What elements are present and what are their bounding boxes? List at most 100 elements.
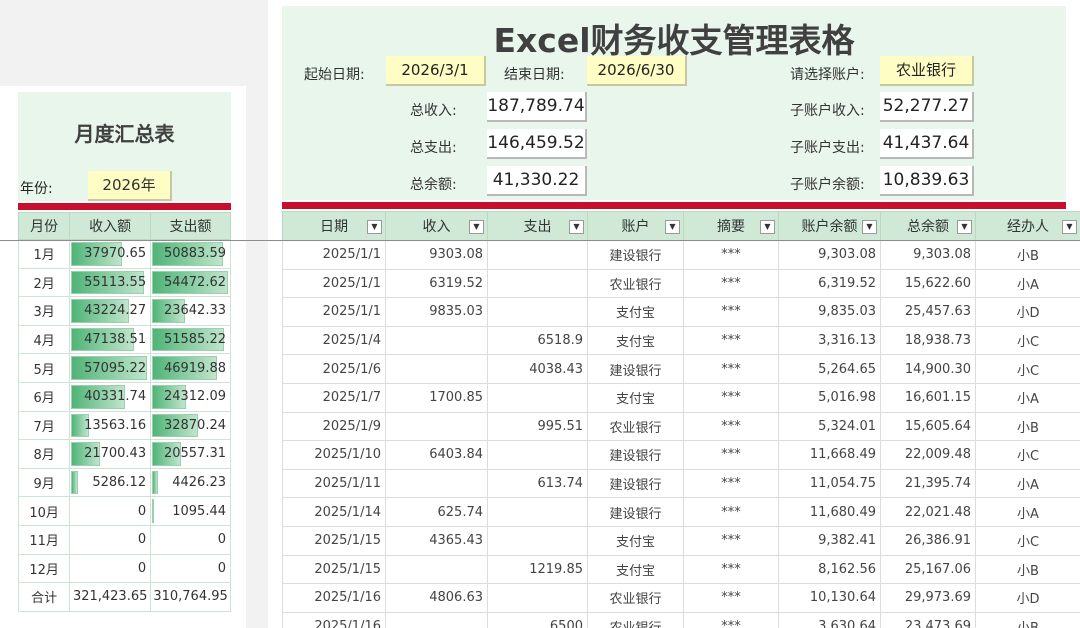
end-date-cell[interactable]: 2026/6/30 — [587, 56, 687, 86]
ledger-cell-handler[interactable]: 小B — [975, 554, 1080, 585]
ledger-cell-summary[interactable]: *** — [683, 440, 779, 470]
ledger-cell-account[interactable]: 建设银行 — [587, 354, 684, 384]
ledger-cell-date[interactable]: 2025/1/6 — [282, 354, 386, 384]
ledger-cell-income[interactable]: 1700.85 — [385, 382, 488, 413]
summary-expense-cell[interactable]: 1095.44 — [150, 496, 231, 526]
ledger-cell-expense[interactable] — [487, 268, 588, 299]
ledger-cell-expense[interactable]: 6500 — [487, 611, 588, 628]
summary-income-cell[interactable]: 47138.51 — [69, 324, 152, 355]
ledger-cell-income[interactable] — [385, 354, 488, 384]
ledger-header-total-balance[interactable]: 总余额 ▼ — [880, 211, 976, 241]
summary-income-cell[interactable]: 0 — [69, 496, 152, 526]
summary-header-expense[interactable]: 支出额 — [150, 212, 231, 240]
summary-month-cell[interactable]: 5月 — [17, 353, 71, 383]
ledger-header-account[interactable]: 账户 ▼ — [587, 211, 684, 241]
dropdown-arrow-icon[interactable]: ▼ — [569, 220, 584, 234]
ledger-cell-account-balance[interactable]: 6,319.52 — [778, 268, 881, 299]
ledger-cell-summary[interactable]: *** — [683, 583, 779, 613]
ledger-cell-total-balance[interactable]: 9,303.08 — [880, 240, 976, 270]
ledger-cell-date[interactable]: 2025/1/7 — [282, 382, 386, 413]
ledger-cell-summary[interactable]: *** — [683, 525, 779, 556]
ledger-cell-date[interactable]: 2025/1/10 — [282, 440, 386, 470]
ledger-cell-date[interactable]: 2025/1/1 — [282, 268, 386, 299]
ledger-cell-summary[interactable]: *** — [683, 411, 779, 442]
ledger-cell-handler[interactable]: 小A — [975, 268, 1080, 299]
ledger-cell-account[interactable]: 农业银行 — [587, 611, 684, 628]
dropdown-arrow-icon[interactable]: ▼ — [1062, 220, 1077, 234]
summary-total-label[interactable]: 合计 — [17, 582, 71, 612]
ledger-header-income[interactable]: 收入 ▼ — [385, 211, 488, 241]
ledger-cell-income[interactable]: 6319.52 — [385, 268, 488, 299]
summary-total-expense[interactable]: 310,764.95 — [150, 582, 231, 612]
ledger-cell-account[interactable]: 支付宝 — [587, 325, 684, 356]
ledger-cell-income[interactable]: 4806.63 — [385, 583, 488, 613]
ledger-cell-account[interactable]: 农业银行 — [587, 268, 684, 299]
summary-expense-cell[interactable]: 23642.33 — [150, 296, 231, 326]
summary-income-cell[interactable]: 21700.43 — [69, 439, 152, 469]
summary-income-cell[interactable]: 57095.22 — [69, 353, 152, 383]
ledger-cell-income[interactable] — [385, 611, 488, 628]
ledger-cell-total-balance[interactable]: 18,938.73 — [880, 325, 976, 356]
ledger-cell-expense[interactable] — [487, 440, 588, 470]
ledger-cell-date[interactable]: 2025/1/11 — [282, 468, 386, 499]
ledger-cell-summary[interactable]: *** — [683, 611, 779, 628]
ledger-cell-summary[interactable]: *** — [683, 325, 779, 356]
summary-header-income[interactable]: 收入额 — [69, 212, 152, 240]
dropdown-arrow-icon[interactable]: ▼ — [760, 220, 775, 234]
dropdown-arrow-icon[interactable]: ▼ — [665, 220, 680, 234]
summary-expense-cell[interactable]: 4426.23 — [150, 467, 231, 498]
summary-income-cell[interactable]: 0 — [69, 553, 152, 584]
ledger-cell-handler[interactable]: 小A — [975, 497, 1080, 527]
summary-month-cell[interactable]: 6月 — [17, 381, 71, 412]
summary-month-cell[interactable]: 11月 — [17, 524, 71, 555]
ledger-cell-summary[interactable]: *** — [683, 382, 779, 413]
summary-month-cell[interactable]: 12月 — [17, 553, 71, 584]
dropdown-arrow-icon[interactable]: ▼ — [862, 220, 877, 234]
summary-income-cell[interactable]: 13563.16 — [69, 410, 152, 441]
summary-income-cell[interactable]: 5286.12 — [69, 467, 152, 498]
summary-income-cell[interactable]: 55113.55 — [69, 267, 152, 298]
ledger-cell-account-balance[interactable]: 5,264.65 — [778, 354, 881, 384]
ledger-cell-account-balance[interactable]: 11,680.49 — [778, 497, 881, 527]
ledger-cell-income[interactable] — [385, 468, 488, 499]
ledger-cell-income[interactable] — [385, 325, 488, 356]
ledger-cell-account-balance[interactable]: 5,016.98 — [778, 382, 881, 413]
ledger-cell-date[interactable]: 2025/1/14 — [282, 497, 386, 527]
summary-month-cell[interactable]: 10月 — [17, 496, 71, 526]
summary-expense-cell[interactable]: 51585.22 — [150, 324, 231, 355]
ledger-cell-account[interactable]: 建设银行 — [587, 468, 684, 499]
ledger-cell-income[interactable]: 625.74 — [385, 497, 488, 527]
ledger-cell-expense[interactable]: 995.51 — [487, 411, 588, 442]
ledger-cell-total-balance[interactable]: 25,457.63 — [880, 297, 976, 327]
summary-income-cell[interactable]: 43224.27 — [69, 296, 152, 326]
summary-month-cell[interactable]: 1月 — [17, 239, 71, 269]
ledger-cell-income[interactable]: 6403.84 — [385, 440, 488, 470]
ledger-cell-account[interactable]: 支付宝 — [587, 297, 684, 327]
ledger-cell-handler[interactable]: 小C — [975, 325, 1080, 356]
ledger-cell-expense[interactable]: 613.74 — [487, 468, 588, 499]
ledger-cell-income[interactable] — [385, 411, 488, 442]
ledger-cell-expense[interactable] — [487, 382, 588, 413]
summary-header-month[interactable]: 月份 — [17, 212, 71, 240]
ledger-header-summary[interactable]: 摘要 ▼ — [683, 211, 779, 241]
ledger-cell-account[interactable]: 农业银行 — [587, 411, 684, 442]
ledger-cell-handler[interactable]: 小A — [975, 382, 1080, 413]
ledger-cell-date[interactable]: 2025/1/16 — [282, 583, 386, 613]
ledger-cell-total-balance[interactable]: 21,395.74 — [880, 468, 976, 499]
summary-expense-cell[interactable]: 54472.62 — [150, 267, 231, 298]
summary-income-cell[interactable]: 0 — [69, 524, 152, 555]
summary-expense-cell[interactable]: 0 — [150, 524, 231, 555]
summary-expense-cell[interactable]: 50883.59 — [150, 239, 231, 269]
summary-income-cell[interactable]: 40331.74 — [69, 381, 152, 412]
dropdown-arrow-icon[interactable]: ▼ — [367, 220, 382, 234]
account-select-cell[interactable]: 农业银行 — [880, 56, 974, 86]
summary-month-cell[interactable]: 2月 — [17, 267, 71, 298]
ledger-cell-date[interactable]: 2025/1/4 — [282, 325, 386, 356]
ledger-cell-total-balance[interactable]: 25,167.06 — [880, 554, 976, 585]
ledger-cell-date[interactable]: 2025/1/15 — [282, 554, 386, 585]
ledger-cell-expense[interactable] — [487, 525, 588, 556]
summary-month-cell[interactable]: 9月 — [17, 467, 71, 498]
ledger-cell-total-balance[interactable]: 26,386.91 — [880, 525, 976, 556]
summary-expense-cell[interactable]: 32870.24 — [150, 410, 231, 441]
ledger-cell-expense[interactable]: 4038.43 — [487, 354, 588, 384]
